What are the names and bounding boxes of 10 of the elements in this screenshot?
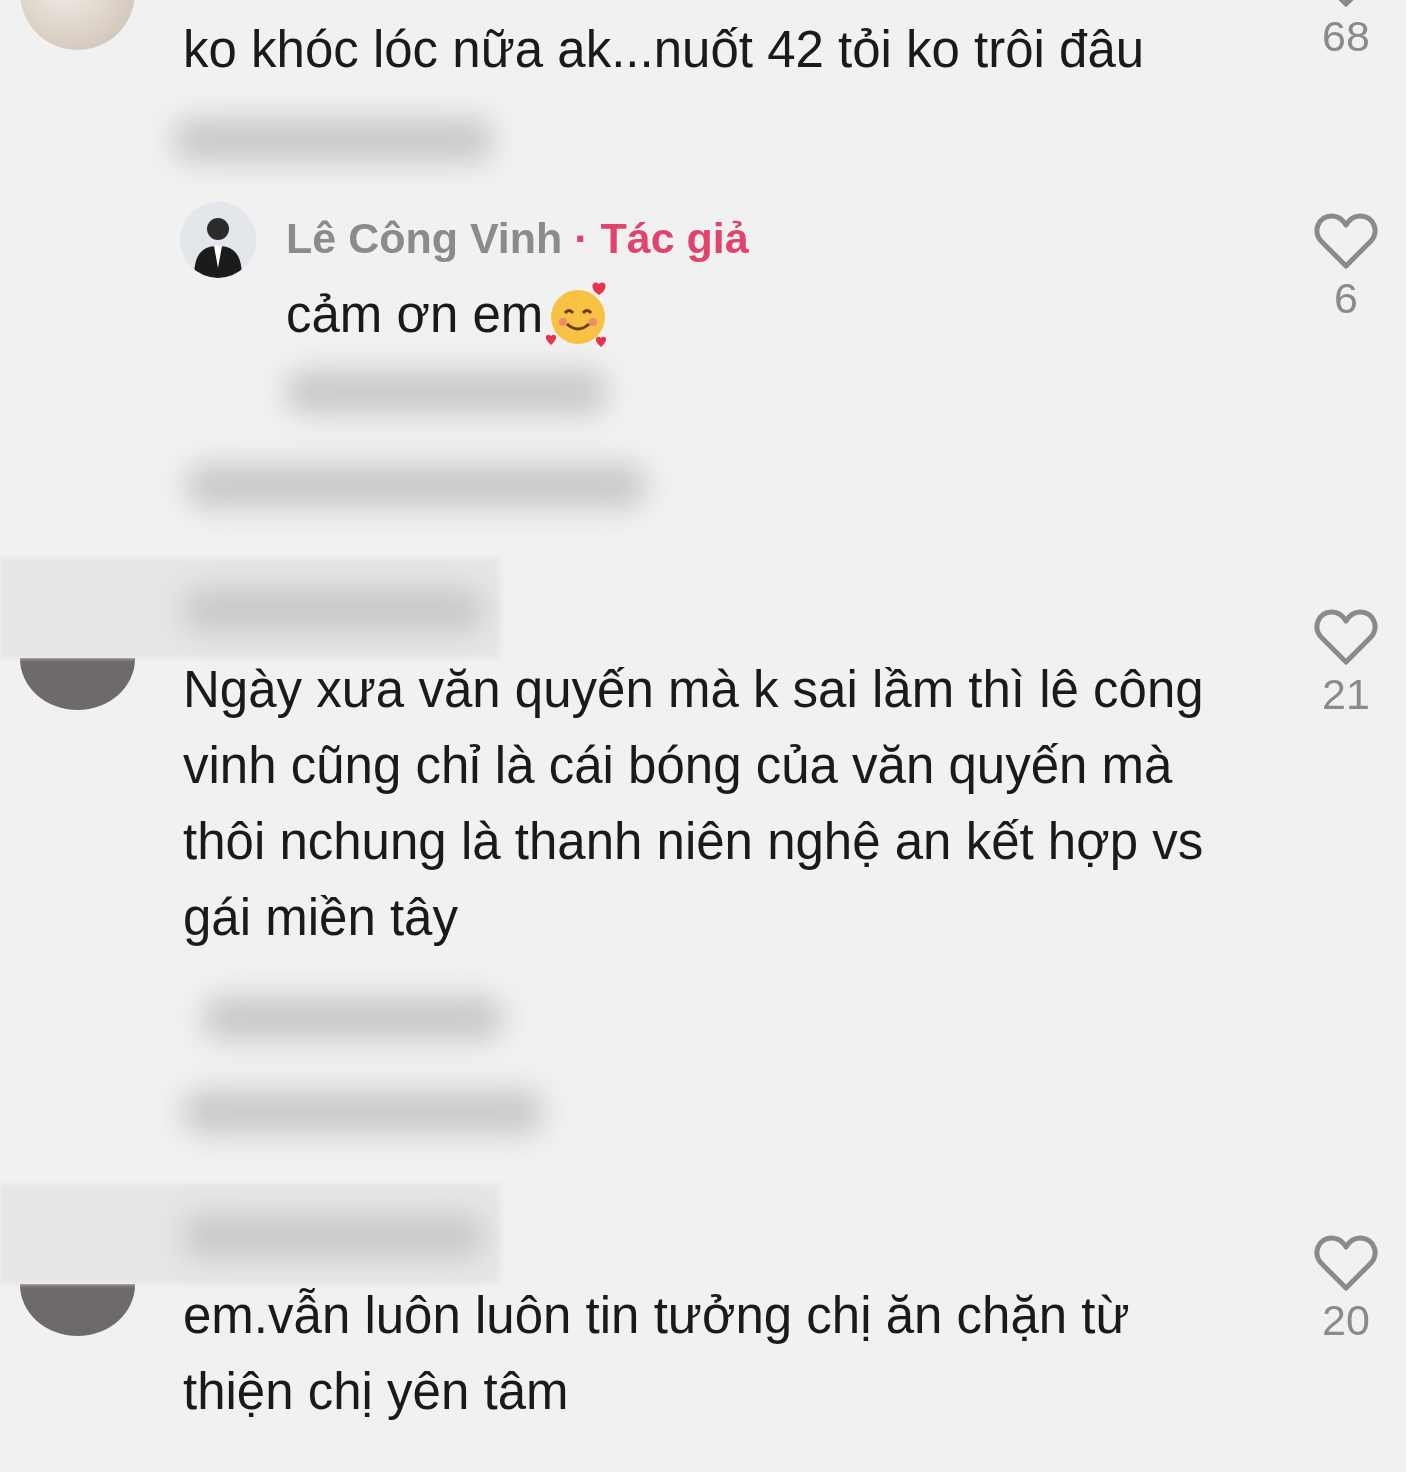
comment-text: em.vẫn luôn luôn tin tưởng chị ăn chặn từ thiện chị yên tâm <box>183 1286 1131 1422</box>
like-count: 68 <box>1322 12 1370 60</box>
like-count: 20 <box>1322 1296 1370 1344</box>
comment-text: ko khóc lóc nữa ak...nuốt 42 tỏi ko trôi đâu <box>183 20 1146 80</box>
like-count: 6 <box>1334 274 1358 322</box>
comment-text: Ngày xưa văn quyến mà k sai lầm thì lê công vinh cũng chỉ là cái bóng của văn quyến mà thôi nchung là thanh niên nghệ an kết hợp vs gái miền tây <box>183 660 1205 948</box>
comment-text: cảm ơn em <box>286 285 544 345</box>
author-name[interactable]: Lê Công Vinh · Tác giả <box>286 208 1286 278</box>
like-count: 21 <box>1322 670 1370 718</box>
author-tag-label: · Tác giả <box>574 214 749 262</box>
